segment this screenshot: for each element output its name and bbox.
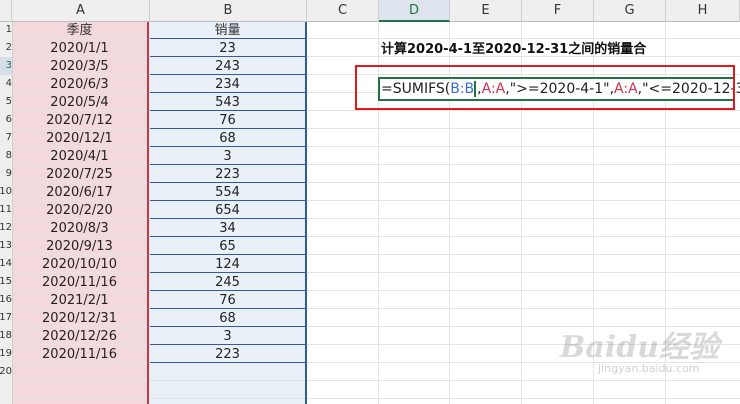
row-number-2[interactable]: 2 [0,39,12,57]
row-number-20[interactable]: 20 [0,363,12,381]
row-number-12[interactable]: 12 [0,219,12,237]
row-number-11[interactable]: 11 [0,201,12,219]
column-a-border [147,21,149,404]
date-cell[interactable]: 2020/4/1 [12,148,147,166]
date-cell[interactable]: 2020/10/10 [12,256,147,274]
row-number-19[interactable]: 19 [0,345,12,363]
row-number-17[interactable]: 17 [0,309,12,327]
column-b-row-border [150,290,305,291]
date-cell[interactable]: 2021/2/1 [12,292,147,310]
date-cell[interactable]: 2020/5/4 [12,94,147,112]
column-b-row-border [150,254,305,255]
select-all-corner[interactable] [0,0,12,22]
date-cell[interactable]: 2020/6/17 [12,184,147,202]
column-header-c[interactable]: C [307,0,379,22]
column-b-border [305,21,307,404]
column-b-row-border [150,218,305,219]
column-b-row-border [150,92,305,93]
column-b-row-border [150,326,305,327]
highlight-box [355,65,735,110]
date-cell[interactable]: 2020/7/25 [12,166,147,184]
date-cell[interactable]: 2020/2/20 [12,202,147,220]
column-b-row-border [150,362,305,363]
column-b-row-border [150,344,305,345]
row-number-7[interactable]: 7 [0,129,12,147]
column-b-row-border [150,56,305,57]
column-b-row-border [150,146,305,147]
column-b-row-border [150,128,305,129]
date-cell[interactable]: 2020/12/31 [12,310,147,328]
row-gridline [12,398,740,399]
date-cell[interactable]: 2020/9/13 [12,238,147,256]
row-number-14[interactable]: 14 [0,255,12,273]
date-cell[interactable]: 2020/8/3 [12,220,147,238]
column-header-b[interactable]: B [150,0,307,22]
column-header-h[interactable]: H [666,0,740,22]
row-number-8[interactable]: 8 [0,147,12,165]
date-cell[interactable]: 2020/11/16 [12,274,147,292]
row-number-15[interactable]: 15 [0,273,12,291]
column-header-f[interactable]: F [522,0,594,22]
watermark-url: jingyan.baidu.com [598,362,700,375]
column-b-row-border [150,38,305,39]
row-number-9[interactable]: 9 [0,165,12,183]
row-gridline [12,380,740,381]
header-cell-a[interactable]: 季度 [12,22,147,40]
column-b-row-border [150,308,305,309]
row-number-1[interactable]: 1 [0,21,12,39]
spreadsheet[interactable]: 1 2 3 4 5 6 7 8 9 10 11 12 13 14 15 16 17 18 19 20 ABCDEFGH… [0,0,740,404]
column-b-row-border [150,74,305,75]
column-header-g[interactable]: G [594,0,666,22]
row-number-3[interactable]: 3 [0,57,12,75]
column-header-d[interactable]: D [379,0,450,22]
column-b-row-border [150,164,305,165]
row-number-5[interactable]: 5 [0,93,12,111]
row-number-6[interactable]: 6 [0,111,12,129]
column-header-e[interactable]: E [450,0,522,22]
row-number-4[interactable]: 4 [0,75,12,93]
date-cell[interactable]: 2020/12/1 [12,130,147,148]
date-cell[interactable]: 2020/11/16 [12,346,147,364]
column-header-a[interactable]: A [12,0,150,22]
column-b-row-border [150,110,305,111]
date-cell[interactable]: 2020/3/5 [12,58,147,76]
date-cell[interactable]: 2020/7/12 [12,112,147,130]
date-cell[interactable]: 2020/6/3 [12,76,147,94]
row-number-18[interactable]: 18 [0,327,12,345]
watermark-logo: Baidu经验 [560,330,719,365]
row-number-13[interactable]: 13 [0,237,12,255]
column-b-row-border [150,200,305,201]
column-b-row-border [150,182,305,183]
column-b-row-border [150,236,305,237]
row-number-10[interactable]: 10 [0,183,12,201]
date-cell[interactable]: 2020/12/26 [12,328,147,346]
row-number-16[interactable]: 16 [0,291,12,309]
column-b-row-border [150,272,305,273]
task-title[interactable]: 计算2020-4-1至2020-12-31之间的销量合 [381,41,646,59]
date-cell[interactable]: 2020/1/1 [12,40,147,58]
